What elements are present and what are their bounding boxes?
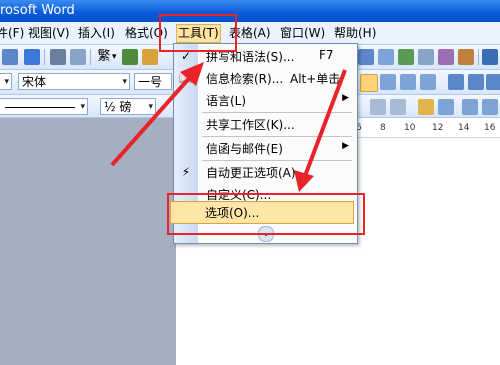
arrow-to-options [294,69,347,192]
arrow-to-tools [110,62,204,167]
annotation-arrows [110,62,347,192]
